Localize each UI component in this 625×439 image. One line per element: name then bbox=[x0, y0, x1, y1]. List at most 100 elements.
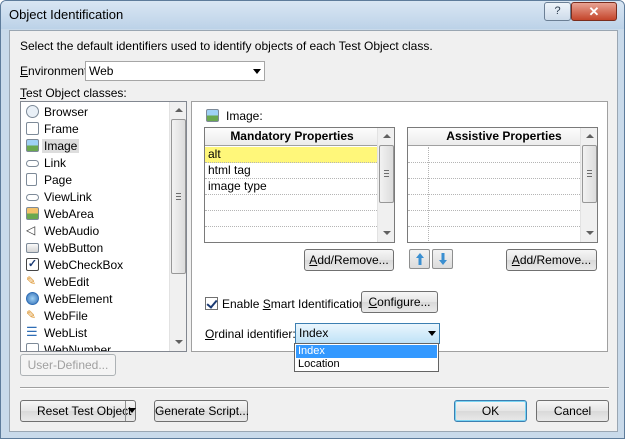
ordinal-identifier-combo[interactable]: Index bbox=[295, 323, 440, 344]
ordinal-identifier-value: Index bbox=[299, 326, 329, 340]
assistive-properties-grid[interactable]: Assistive Properties bbox=[407, 127, 598, 243]
table-row[interactable] bbox=[408, 147, 582, 163]
class-list-scrollbar[interactable] bbox=[169, 102, 186, 351]
list-item-label: WebList bbox=[44, 326, 88, 340]
grip-icon bbox=[384, 173, 389, 174]
instructions-text: Select the default identifiers used to i… bbox=[20, 39, 433, 53]
link-icon bbox=[26, 160, 39, 167]
ok-button[interactable]: OK bbox=[454, 400, 527, 422]
table-row[interactable] bbox=[205, 227, 379, 242]
file-edit-icon: ✎ bbox=[26, 309, 39, 322]
grip-icon bbox=[176, 193, 181, 194]
list-item-label: Browser bbox=[44, 105, 89, 119]
mandatory-properties-header: Mandatory Properties bbox=[205, 128, 379, 146]
browser-icon bbox=[26, 105, 39, 118]
dialog-window: Object Identification ? ✕ Select the def… bbox=[0, 0, 625, 439]
scroll-thumb[interactable] bbox=[171, 119, 186, 274]
page-icon bbox=[26, 173, 37, 186]
cancel-button[interactable]: Cancel bbox=[536, 400, 609, 422]
grip-icon bbox=[587, 170, 592, 171]
close-icon: ✕ bbox=[588, 4, 600, 19]
help-icon: ? bbox=[554, 5, 561, 17]
table-row[interactable] bbox=[205, 195, 379, 211]
mandatory-properties-grid[interactable]: Mandatory Properties alt html tag image … bbox=[204, 127, 395, 243]
image-icon bbox=[206, 109, 219, 122]
grip-icon bbox=[176, 199, 181, 200]
reset-test-object-button[interactable]: Reset Test Object bbox=[20, 400, 136, 422]
ordinal-identifier-label: Ordinal identifier: bbox=[205, 327, 296, 341]
list-item-label: Image bbox=[42, 139, 80, 153]
chevron-down-icon bbox=[428, 331, 436, 336]
table-row[interactable] bbox=[408, 163, 582, 179]
scroll-down-icon[interactable] bbox=[582, 226, 597, 241]
assistive-properties-header: Assistive Properties bbox=[408, 128, 582, 146]
button-label: dd/Remove... bbox=[317, 253, 389, 267]
webarea-icon bbox=[26, 207, 39, 220]
split-divider bbox=[125, 401, 126, 421]
chevron-down-icon[interactable] bbox=[128, 408, 136, 413]
button-label: dd/Remove... bbox=[519, 253, 592, 267]
globe-icon bbox=[26, 292, 39, 305]
grip-icon bbox=[587, 173, 592, 174]
dialog-client: Select the default identifiers used to i… bbox=[9, 30, 618, 432]
arrow-down-icon bbox=[439, 253, 447, 265]
environment-value: Web bbox=[89, 64, 114, 78]
list-item-label: WebAudio bbox=[44, 224, 100, 238]
scroll-thumb[interactable] bbox=[379, 145, 394, 203]
add-remove-mandatory-button[interactable]: Add/Remove... bbox=[304, 249, 394, 271]
scroll-down-icon[interactable] bbox=[171, 335, 186, 350]
assistive-scrollbar[interactable] bbox=[580, 128, 597, 242]
move-down-button[interactable] bbox=[432, 249, 453, 269]
identification-panel: Image: Mandatory Properties alt html tag… bbox=[191, 101, 608, 352]
arrow-up-icon bbox=[416, 253, 424, 265]
add-remove-assistive-button[interactable]: Add/Remove... bbox=[506, 249, 597, 271]
environment-combo[interactable]: Web bbox=[85, 61, 265, 81]
dropdown-option-location[interactable]: Location bbox=[296, 358, 437, 371]
move-up-button[interactable] bbox=[409, 249, 430, 269]
scroll-up-icon[interactable] bbox=[171, 103, 186, 118]
title-bar[interactable]: Object Identification ? ✕ bbox=[1, 1, 624, 29]
grip-icon bbox=[587, 176, 592, 177]
class-name-label: Image: bbox=[226, 109, 263, 123]
button-icon bbox=[26, 243, 39, 253]
table-row[interactable] bbox=[408, 211, 582, 227]
test-object-class-list[interactable]: Browser Frame Image Link Page ViewLink W… bbox=[20, 101, 187, 352]
list-item-label: ViewLink bbox=[44, 190, 92, 204]
scroll-up-icon[interactable] bbox=[582, 129, 597, 144]
list-item-label: Link bbox=[44, 156, 67, 170]
table-row[interactable] bbox=[408, 195, 582, 211]
grip-icon bbox=[176, 196, 181, 197]
table-row[interactable] bbox=[205, 211, 379, 227]
scroll-up-icon[interactable] bbox=[379, 129, 394, 144]
pencil-icon: ✎ bbox=[26, 275, 39, 288]
table-row[interactable]: alt bbox=[205, 147, 379, 163]
table-row[interactable] bbox=[408, 227, 582, 242]
scroll-down-icon[interactable] bbox=[379, 226, 394, 241]
table-row[interactable]: image type bbox=[205, 179, 379, 195]
window-title: Object Identification bbox=[9, 7, 124, 22]
list-item-label: WebFile bbox=[44, 309, 88, 323]
table-row[interactable] bbox=[408, 179, 582, 195]
smart-identification-label: Enable Smart Identification: bbox=[222, 297, 369, 311]
viewlink-icon bbox=[26, 194, 39, 201]
generate-script-button[interactable]: Generate Script... bbox=[154, 400, 249, 422]
smart-identification-checkbox[interactable] bbox=[205, 297, 218, 310]
configure-button[interactable]: Configure... bbox=[361, 291, 438, 313]
list-item-label: WebElement bbox=[44, 292, 113, 306]
list-item-label: Frame bbox=[44, 122, 79, 136]
help-button[interactable]: ? bbox=[544, 2, 571, 21]
grip-icon bbox=[384, 170, 389, 171]
mandatory-scrollbar[interactable] bbox=[377, 128, 394, 242]
footer-divider bbox=[20, 387, 609, 389]
table-row[interactable]: html tag bbox=[205, 163, 379, 179]
reset-label: Reset Test Object bbox=[37, 404, 132, 418]
ordinal-identifier-dropdown[interactable]: Index Location bbox=[294, 343, 439, 372]
speaker-icon: ◁ bbox=[26, 224, 39, 237]
dropdown-option-index[interactable]: Index bbox=[296, 345, 437, 358]
user-defined-button[interactable]: User-Defined... bbox=[20, 354, 116, 376]
close-button[interactable]: ✕ bbox=[571, 2, 617, 21]
frame-icon bbox=[26, 122, 39, 135]
number-icon bbox=[26, 343, 39, 351]
scroll-thumb[interactable] bbox=[582, 145, 597, 203]
list-item-label: WebButton bbox=[44, 241, 104, 255]
